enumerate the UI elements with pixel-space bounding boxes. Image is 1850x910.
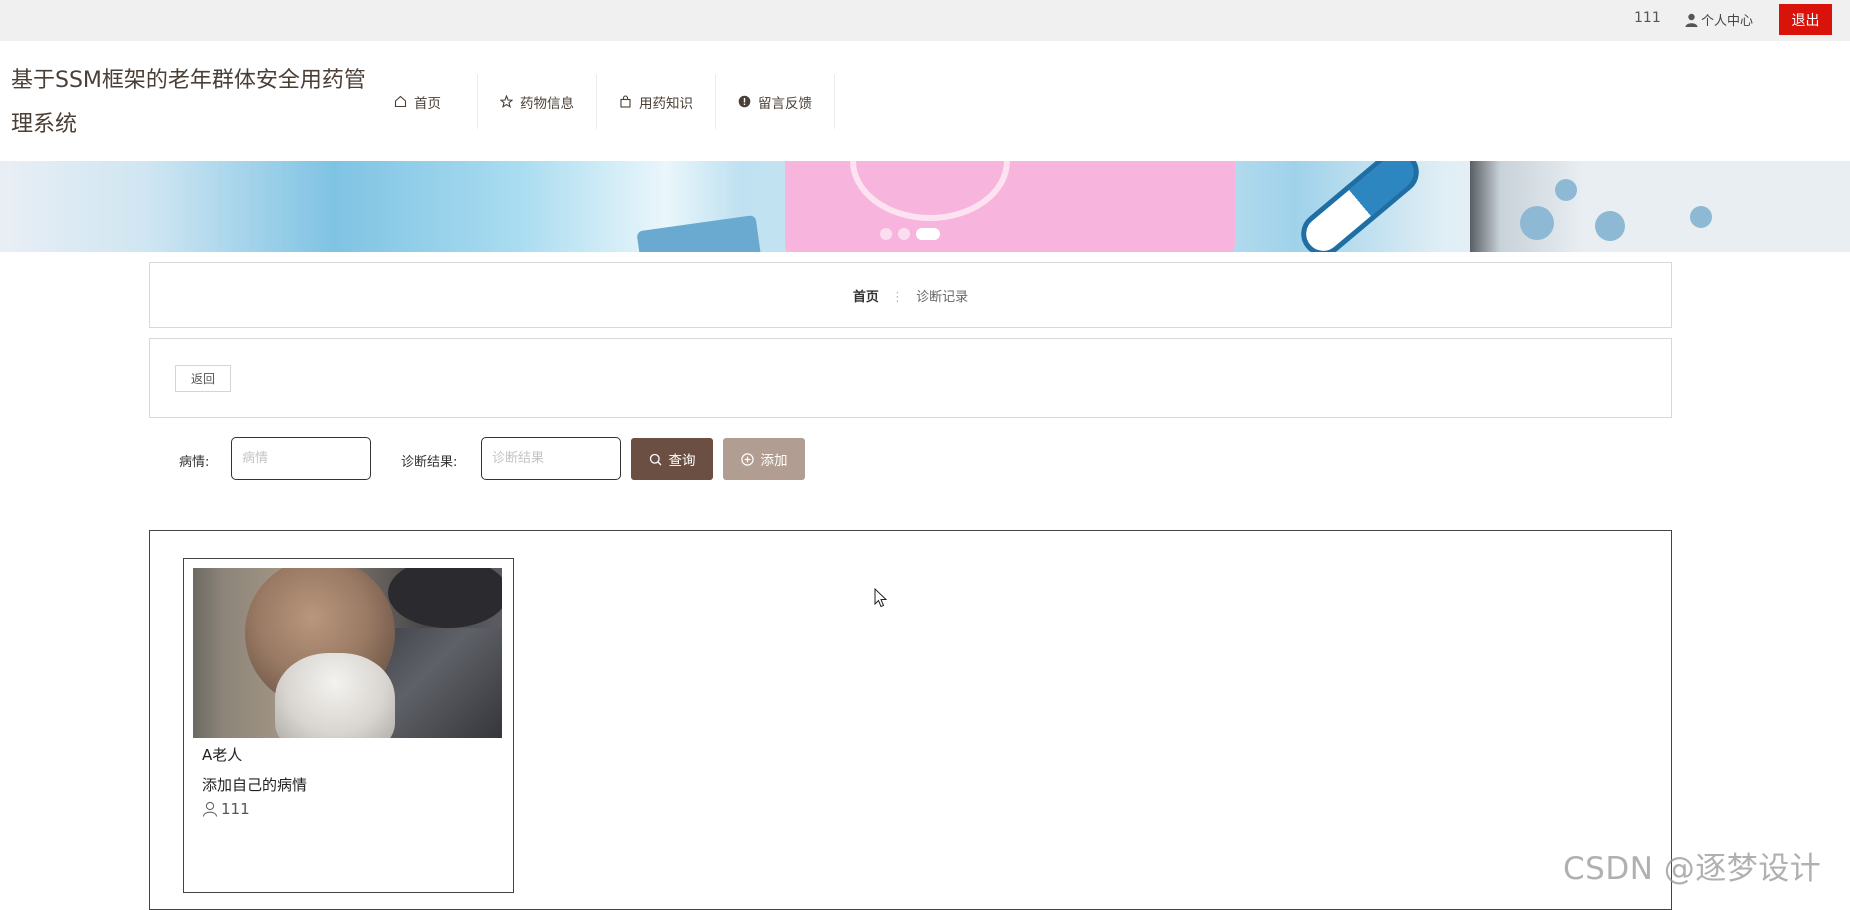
header: 基于SSM框架的老年群体安全用药管理系统 首页 药物信息 用药知识 留言反馈	[0, 41, 1850, 161]
nav-item-medication-knowledge[interactable]: 用药知识	[597, 74, 716, 129]
user-outline-icon	[202, 801, 218, 817]
breadcrumb-separator: ⋮	[891, 290, 904, 305]
banner-decoration	[1470, 161, 1850, 252]
mouse-cursor-icon	[874, 588, 888, 608]
star-icon	[500, 95, 513, 108]
carousel-dot-active[interactable]	[916, 228, 940, 240]
banner-decoration	[1595, 211, 1625, 241]
banner-carousel	[0, 161, 1850, 252]
nav-item-feedback[interactable]: 留言反馈	[716, 74, 835, 129]
back-bar: 返回	[149, 338, 1672, 418]
record-user: 111	[202, 800, 250, 818]
nav-label-home: 首页	[414, 95, 441, 112]
username-label: 111	[1634, 10, 1661, 26]
result-input[interactable]	[481, 437, 621, 480]
bag-icon	[620, 95, 631, 108]
nav-item-drug-info[interactable]: 药物信息	[478, 74, 597, 129]
add-button[interactable]: 添加	[723, 438, 805, 480]
search-button-label: 查询	[668, 453, 696, 469]
result-label: 诊断结果:	[401, 455, 458, 470]
search-icon	[649, 453, 661, 465]
user-icon	[1685, 13, 1698, 27]
carousel-dot[interactable]	[898, 228, 910, 240]
nav-label-drug-info: 药物信息	[520, 95, 574, 112]
record-name: A老人	[202, 746, 243, 764]
home-icon	[394, 95, 407, 108]
nav-label-feedback: 留言反馈	[758, 95, 812, 112]
search-form: 病情: 诊断结果: 查询 添加	[149, 437, 1672, 481]
banner-decoration	[636, 214, 764, 252]
add-button-label: 添加	[760, 453, 788, 469]
record-card[interactable]: A老人 添加自己的病情 111	[183, 558, 514, 893]
alert-circle-icon	[738, 95, 751, 108]
banner-decoration	[1690, 206, 1712, 228]
watermark: CSDN @逐梦设计	[1563, 851, 1822, 887]
site-title: 基于SSM框架的老年群体安全用药管理系统	[11, 68, 366, 137]
plus-circle-icon	[740, 452, 754, 466]
photo-detail	[388, 568, 502, 628]
banner-decoration	[1555, 179, 1577, 201]
condition-label: 病情:	[179, 455, 210, 470]
breadcrumb-home[interactable]: 首页	[853, 290, 879, 305]
pill-illustration	[1292, 161, 1428, 252]
condition-input[interactable]	[231, 437, 371, 480]
nav-label-medication-knowledge: 用药知识	[639, 95, 693, 112]
breadcrumb-current: 诊断记录	[916, 290, 969, 305]
carousel-dot[interactable]	[880, 228, 892, 240]
search-button[interactable]: 查询	[631, 438, 713, 480]
record-photo	[193, 568, 502, 738]
carousel-indicators	[880, 228, 940, 240]
back-button[interactable]: 返回	[175, 365, 231, 392]
photo-detail	[275, 653, 395, 738]
breadcrumb: 首页 ⋮ 诊断记录	[149, 262, 1672, 328]
banner-decoration	[1520, 206, 1554, 240]
record-user-label: 111	[221, 800, 250, 818]
record-description: 添加自己的病情	[202, 776, 308, 794]
main-nav: 首页 药物信息 用药知识 留言反馈	[358, 74, 835, 129]
top-bar: 111 个人中心 退出	[0, 0, 1850, 41]
logout-button[interactable]: 退出	[1779, 4, 1832, 35]
nav-item-home[interactable]: 首页	[358, 74, 478, 129]
user-center-label: 个人中心	[1701, 14, 1754, 29]
record-list: A老人 添加自己的病情 111	[149, 530, 1672, 910]
user-center-link[interactable]: 个人中心	[1685, 10, 1753, 29]
